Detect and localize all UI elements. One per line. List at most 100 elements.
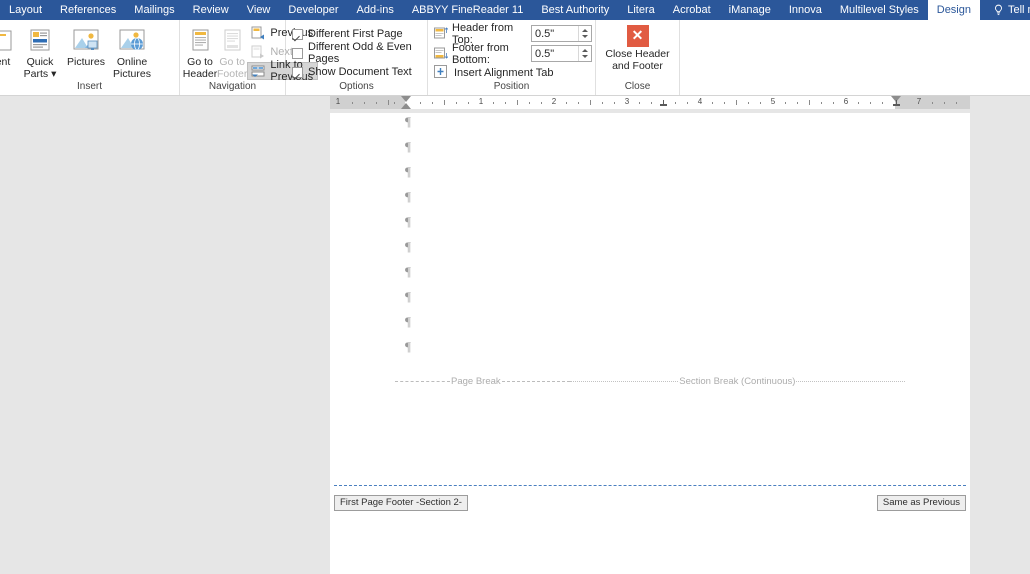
horizontal-ruler[interactable]: 1 1 2 3 4 5 6 7: [330, 96, 970, 109]
ruler-dot: [394, 102, 395, 104]
ruler-number: 5: [770, 97, 776, 106]
online-pictures-icon: [117, 25, 147, 57]
footer-from-bottom-icon: [434, 47, 448, 60]
tab-layout[interactable]: Layout: [0, 0, 51, 20]
paragraph-mark: ¶: [405, 189, 411, 204]
ruler-number: 3: [624, 97, 630, 106]
tab-references[interactable]: References: [51, 0, 125, 20]
close-header-and-footer-label: Close Header and Footer: [605, 48, 670, 72]
ruler-dot: [493, 102, 494, 104]
footer-from-bottom-label: Footer from Bottom:: [452, 41, 509, 66]
spinner-down-arrow[interactable]: [582, 35, 588, 38]
spinner-up-arrow[interactable]: [582, 29, 588, 32]
quick-parts-icon: [26, 25, 54, 57]
document-info-icon: [0, 25, 16, 57]
tab-stop-marker-right[interactable]: [893, 100, 900, 106]
ribbon-group-close: ✕ Close Header and Footer Close: [596, 20, 680, 95]
go-to-footer-button[interactable]: Go to Footer: [217, 22, 247, 80]
header-from-top-row: Header from Top:: [431, 22, 592, 46]
first-line-indent-marker[interactable]: [401, 96, 411, 102]
online-pictures-button[interactable]: Online Pictures: [109, 22, 155, 80]
ruler-dot: [420, 102, 421, 104]
paragraph-mark: ¶: [405, 264, 411, 279]
ruler-tick: [736, 100, 737, 105]
tab-imanage[interactable]: iManage: [720, 0, 780, 20]
document-info-button[interactable]: ent: [0, 22, 17, 69]
ruler-tick: [444, 100, 445, 105]
close-header-and-footer-button[interactable]: ✕ Close Header and Footer: [601, 22, 675, 72]
link-to-previous-icon: [250, 63, 266, 79]
ruler-number: 7: [916, 97, 922, 106]
online-pictures-label: Online Pictures: [113, 56, 151, 80]
tab-review[interactable]: Review: [184, 0, 238, 20]
ruler-number: 1: [478, 97, 484, 106]
page-break-line-left: [395, 380, 450, 382]
ruler-dot: [364, 102, 365, 104]
header-from-top-icon: [434, 27, 448, 40]
ruler-dot: [639, 102, 640, 104]
ruler-dot: [376, 102, 377, 104]
ruler-dot: [675, 102, 676, 104]
footer-from-bottom-spinner[interactable]: [531, 45, 592, 62]
tab-view[interactable]: View: [238, 0, 280, 20]
ruler-number: 6: [843, 97, 849, 106]
ruler-dot: [578, 102, 579, 104]
tab-multilevel-styles[interactable]: Multilevel Styles: [831, 0, 928, 20]
ruler-dot: [651, 102, 652, 104]
document-breaks-row: Page Break Section Break (Continuous): [395, 374, 906, 388]
document-page-1[interactable]: ¶ ¶ ¶ ¶ ¶ ¶ ¶ ¶ ¶ ¶ Page Break Section B…: [330, 113, 970, 574]
hanging-indent-marker[interactable]: [401, 103, 411, 109]
ruler-dot: [505, 102, 506, 104]
show-document-text-checkbox[interactable]: Show Document Text: [289, 63, 424, 81]
position-controls: Header from Top: 0.5" Footer from Bottom…: [431, 22, 592, 82]
tab-add-ins[interactable]: Add-ins: [348, 0, 403, 20]
footer-separator-line: [334, 485, 966, 486]
spinner-arrows[interactable]: [578, 26, 591, 41]
ruler-dot: [882, 102, 883, 104]
ruler-dot: [352, 102, 353, 104]
ruler-dot: [541, 102, 542, 104]
paragraph-mark: ¶: [405, 339, 411, 354]
tab-litera[interactable]: Litera: [618, 0, 664, 20]
checkbox-indicator: [292, 47, 303, 59]
tab-developer[interactable]: Developer: [279, 0, 347, 20]
tab-abbyy-finereader[interactable]: ABBYY FineReader 11: [403, 0, 533, 20]
previous-icon: [250, 25, 266, 41]
pictures-button[interactable]: Pictures: [63, 22, 109, 69]
header-from-top-spinner[interactable]: [531, 25, 592, 42]
spinner-arrows[interactable]: [578, 46, 591, 61]
ruler-tick: [809, 100, 810, 105]
different-odd-even-pages-checkbox[interactable]: Different Odd & Even Pages: [289, 41, 424, 65]
footer-from-bottom-input[interactable]: [532, 46, 578, 61]
lightbulb-icon: [995, 4, 1002, 16]
tab-stop-marker[interactable]: [660, 100, 667, 106]
ruler-dot: [468, 102, 469, 104]
ruler-tick: [517, 100, 518, 105]
spinner-up-arrow[interactable]: [582, 49, 588, 52]
footer-section-tag: First Page Footer -Section 2-: [334, 495, 468, 511]
checkbox-indicator: [292, 66, 303, 78]
insert-alignment-tab-label: Insert Alignment Tab: [454, 67, 554, 79]
group-label-close: Close: [624, 81, 651, 92]
ruler-tick: [590, 100, 591, 105]
group-label-options: Options: [339, 81, 374, 92]
ribbon-group-options: Different First Page Different Odd & Eve…: [286, 20, 428, 95]
tell-me-search[interactable]: Tell me wh: [986, 0, 1030, 20]
ruler-dot: [529, 102, 530, 104]
document-workspace: 1 1 2 3 4 5 6 7 ¶ ¶ ¶ ¶ ¶ ¶ ¶ ¶ ¶ ¶ Page…: [0, 96, 1030, 574]
header-from-top-input[interactable]: [532, 26, 578, 41]
tab-design[interactable]: Design: [927, 0, 980, 20]
ruler-dot: [956, 102, 957, 104]
ribbon: ent Quick Parts ▾: [0, 20, 1030, 96]
pictures-icon: [71, 25, 101, 57]
tab-innova[interactable]: Innova: [780, 0, 831, 20]
tab-best-authority[interactable]: Best Authority: [532, 0, 618, 20]
tab-mailings[interactable]: Mailings: [125, 0, 183, 20]
spinner-down-arrow[interactable]: [582, 55, 588, 58]
tab-acrobat[interactable]: Acrobat: [664, 0, 720, 20]
go-to-header-label: Go to Header: [182, 56, 218, 80]
go-to-header-button[interactable]: Go to Header: [183, 22, 217, 80]
quick-parts-button[interactable]: Quick Parts ▾: [17, 22, 63, 80]
different-first-page-label: Different First Page: [308, 28, 403, 40]
ruler-dot: [566, 102, 567, 104]
